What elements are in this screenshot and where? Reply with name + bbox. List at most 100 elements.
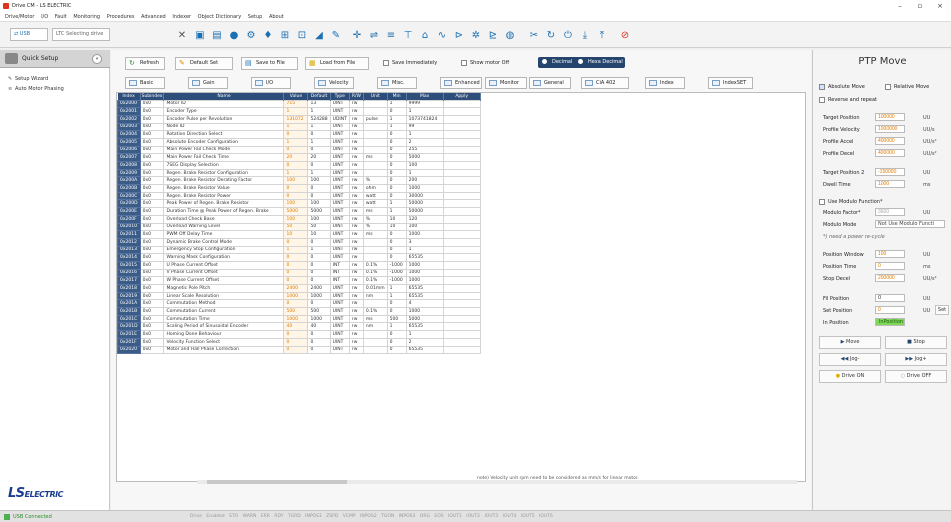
cell-apply[interactable] bbox=[442, 168, 481, 178]
table-row[interactable]: 0x200D 0x0 Peak Power of Regen. Brake Resi… bbox=[117, 199, 481, 209]
table-row[interactable]: 0x2014 0x0 Warning Mask Configuration 0 0 UIN… bbox=[117, 253, 481, 262]
refresh-icon[interactable]: ↻ bbox=[544, 27, 558, 43]
modulo-function-box[interactable] bbox=[819, 198, 825, 205]
save-immediately-box[interactable] bbox=[383, 59, 389, 66]
menu-indexer[interactable]: Indexer bbox=[172, 12, 191, 22]
menu-io[interactable]: I/O bbox=[41, 12, 48, 22]
table-row[interactable]: 0x201A 0x0 Commutation Method 0 0 UINT rw 0 4 bbox=[117, 299, 481, 309]
table-row[interactable]: 0x2005 0x0 Absolute Encoder Configuration 1… bbox=[117, 137, 481, 147]
cell-apply[interactable] bbox=[442, 230, 481, 239]
default-set-button[interactable]: ✎ Default Set bbox=[175, 57, 233, 70]
move-icon[interactable]: ✛ bbox=[350, 27, 364, 43]
profile-accel-input[interactable] bbox=[875, 137, 905, 145]
table-row[interactable]: 0x2015 0x0 U Phase Current Offset 0 0 INT rw 0.… bbox=[117, 260, 481, 270]
cell-apply[interactable] bbox=[442, 322, 481, 332]
dwell-time-input[interactable] bbox=[875, 180, 905, 188]
cell-apply[interactable] bbox=[442, 307, 481, 316]
cell-apply[interactable] bbox=[442, 268, 481, 278]
cell-apply[interactable] bbox=[442, 314, 481, 324]
cell-apply[interactable] bbox=[442, 176, 481, 186]
cell-value[interactable]: 100 bbox=[283, 214, 309, 224]
wave-icon[interactable]: ∿ bbox=[435, 27, 449, 43]
cell-apply[interactable] bbox=[442, 214, 481, 224]
show-motor-off-checkbox[interactable]: Show motor Off bbox=[461, 59, 509, 67]
cell-value[interactable]: 1 bbox=[283, 137, 309, 147]
table-row[interactable]: 0x201B 0x0 Commutation Current 500 500 UINT rw… bbox=[117, 307, 481, 316]
profile-decel-input[interactable] bbox=[875, 149, 905, 157]
table-row[interactable]: 0x201D 0x0 Scaling Period of Sinusoidal En… bbox=[117, 322, 481, 332]
cell-apply[interactable] bbox=[442, 184, 481, 193]
decimal-label[interactable]: Decimal bbox=[549, 57, 572, 68]
cell-apply[interactable] bbox=[442, 137, 481, 147]
power-icon[interactable]: ⏻ bbox=[561, 27, 575, 43]
absolute-move-box[interactable] bbox=[819, 83, 825, 90]
cell-apply[interactable] bbox=[442, 122, 481, 132]
cell-value[interactable]: 40 bbox=[283, 322, 309, 332]
record-icon[interactable]: ● bbox=[227, 27, 241, 43]
cell-value[interactable]: 0 bbox=[283, 260, 309, 270]
settings-icon[interactable]: ✲ bbox=[469, 27, 483, 43]
cell-apply[interactable] bbox=[442, 260, 481, 270]
table-row[interactable]: 0x2011 0x0 PWM Off Delay Time 10 10 UINT rw ms 0… bbox=[117, 230, 481, 239]
save-to-file-button[interactable]: ▤ Save to File bbox=[241, 57, 298, 70]
table-row[interactable]: 0x201E 0x0 Homing Done Behaviour 0 0 UINT rw 0 1 bbox=[117, 330, 481, 339]
table-row[interactable]: 0x2019 0x0 Linear Scale Resolution 1000 1000… bbox=[117, 291, 481, 301]
cell-apply[interactable] bbox=[442, 245, 481, 255]
cell-apply[interactable] bbox=[442, 345, 481, 355]
stop-decel-input[interactable] bbox=[875, 274, 905, 282]
table-row[interactable]: 0x2008 0x0 7SEG Display Selection 0 0 UINT rw 0… bbox=[117, 161, 481, 170]
cell-apply[interactable] bbox=[442, 199, 481, 209]
tab-basic[interactable]: Basic bbox=[125, 77, 165, 89]
profile-velocity-input[interactable] bbox=[875, 125, 905, 133]
drive-on-button[interactable]: ● Drive ON bbox=[819, 370, 881, 383]
port-select[interactable]: ⇄ USB bbox=[10, 28, 48, 41]
quick-setup-header[interactable]: Quick Setup « bbox=[0, 50, 110, 68]
maximize-button[interactable]: ▫ bbox=[910, 0, 930, 12]
cell-apply[interactable] bbox=[442, 299, 481, 309]
stop-button[interactable]: ■ Stop bbox=[885, 336, 947, 349]
table-row[interactable]: 0x2012 0x0 Dynamic Brake Control Mode 0 0 UIN… bbox=[117, 237, 481, 247]
load-from-file-button[interactable]: ▦ Load from File bbox=[305, 57, 369, 70]
chart-icon[interactable]: ◢ bbox=[312, 27, 326, 43]
table-row[interactable]: 0x2017 0x0 W Phase Current Offset 0 0 INT rw 0.… bbox=[117, 276, 481, 285]
cell-value[interactable]: 0 bbox=[283, 161, 309, 170]
cell-value[interactable]: 0 bbox=[283, 253, 309, 262]
pen-icon[interactable]: ✎ bbox=[329, 27, 343, 43]
cell-value[interactable]: 1 bbox=[283, 245, 309, 255]
shield-icon[interactable]: ♦ bbox=[261, 27, 275, 43]
relative-move-radio[interactable]: Relative Move bbox=[885, 83, 929, 91]
table-row[interactable]: 0x200F 0x0 Overload Check Base 100 100 UINT rw… bbox=[117, 214, 481, 224]
cell-apply[interactable] bbox=[442, 114, 481, 124]
step-icon[interactable]: ⊵ bbox=[486, 27, 500, 43]
gear-icon[interactable]: ⚙ bbox=[244, 27, 258, 43]
table-row[interactable]: 0x200E 0x0 Duration Time @ Peak Power of R… bbox=[117, 207, 481, 216]
auto-motor-phasing-item[interactable]: ≋ Auto Motor Phasing bbox=[8, 86, 64, 92]
refresh-button[interactable]: ↻ Refresh bbox=[125, 57, 165, 70]
set-position-input[interactable] bbox=[875, 306, 905, 314]
table-row[interactable]: 0x2013 0x0 Emergency Stop Configuration 1 1 U… bbox=[117, 245, 481, 255]
cell-value[interactable]: 0 bbox=[283, 191, 309, 201]
cell-apply[interactable] bbox=[442, 207, 481, 216]
jog-minus-button[interactable]: ◀◀ Jog- bbox=[819, 353, 881, 366]
modulo-function-checkbox[interactable]: Use Modulo Function* bbox=[819, 198, 882, 206]
jog-plus-button[interactable]: ▶▶ Jog+ bbox=[885, 353, 947, 366]
cell-apply[interactable] bbox=[442, 337, 481, 347]
cell-apply[interactable] bbox=[442, 99, 481, 109]
menu-procedures[interactable]: Procedures bbox=[107, 12, 135, 22]
menu-about[interactable]: About bbox=[269, 12, 284, 22]
cell-apply[interactable] bbox=[442, 191, 481, 201]
tab-gain[interactable]: Gain bbox=[188, 77, 228, 89]
tab-general[interactable]: General bbox=[529, 77, 571, 89]
tune-icon[interactable]: ⊤ bbox=[401, 27, 415, 43]
table-row[interactable]: 0x2010 0x0 Overload Warning Level 50 50 UINT r… bbox=[117, 222, 481, 232]
stop-all-icon[interactable]: ⊘ bbox=[618, 27, 632, 43]
menu-monitoring[interactable]: Monitoring bbox=[73, 12, 100, 22]
cell-value[interactable]: 0 bbox=[283, 345, 309, 355]
cell-value[interactable]: 500 bbox=[283, 307, 309, 316]
cell-value[interactable]: 20 bbox=[283, 153, 309, 162]
disconnect-icon[interactable]: ✕ bbox=[175, 27, 189, 43]
table-row[interactable]: 0x201F 0x0 Velocity Function Select 0 0 UINT r… bbox=[117, 337, 481, 347]
table-row[interactable]: 0x2006 0x0 Main Power Fail Check Mode 0 0 UIN… bbox=[117, 145, 481, 155]
cell-apply[interactable] bbox=[442, 107, 481, 116]
position-window-input[interactable] bbox=[875, 250, 905, 258]
